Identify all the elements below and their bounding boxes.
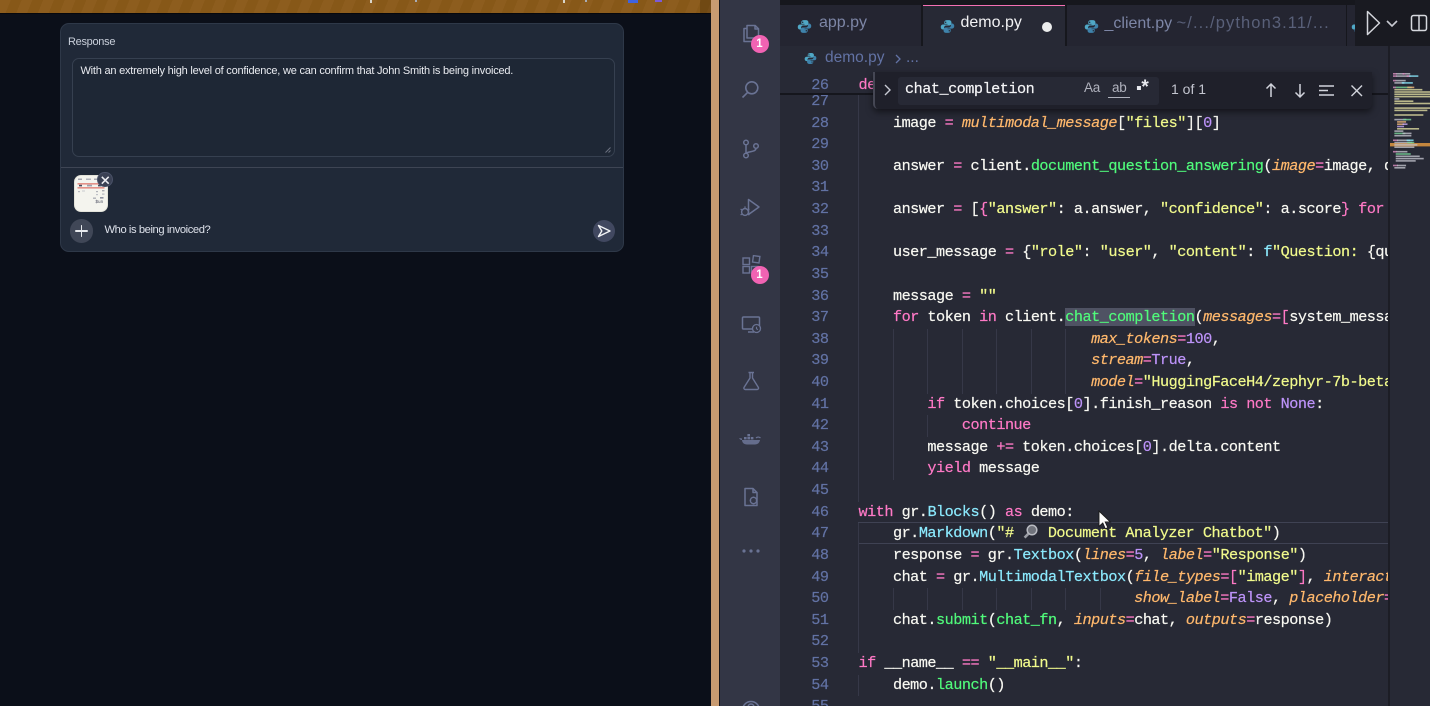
svg-text:$un: $un (96, 199, 104, 204)
